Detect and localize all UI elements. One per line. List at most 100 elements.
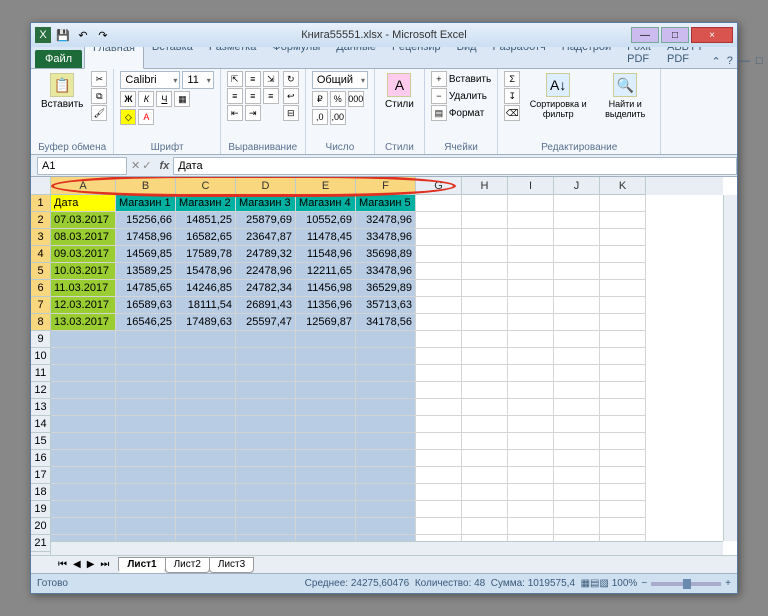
clear-icon[interactable]: ⌫ [504, 105, 520, 121]
row-header-7[interactable]: 7 [31, 297, 51, 314]
col-header-C[interactable]: C [176, 177, 236, 195]
styles-button[interactable]: A Стили [381, 71, 418, 112]
cell[interactable] [51, 399, 116, 416]
file-tab[interactable]: Файл [35, 50, 82, 68]
cell[interactable] [51, 382, 116, 399]
cell[interactable] [236, 433, 296, 450]
cell[interactable] [176, 467, 236, 484]
cell[interactable] [462, 263, 508, 280]
row-header-8[interactable]: 8 [31, 314, 51, 331]
cell[interactable]: 07.03.2017 [51, 212, 116, 229]
cell[interactable] [51, 416, 116, 433]
row-header-9[interactable]: 9 [31, 331, 51, 348]
cell[interactable]: Магазин 5 [356, 195, 416, 212]
cell[interactable] [236, 416, 296, 433]
cell[interactable]: 33478,96 [356, 229, 416, 246]
row-header-13[interactable]: 13 [31, 399, 51, 416]
cell[interactable]: 24789,32 [236, 246, 296, 263]
redo-icon[interactable]: ↷ [95, 27, 111, 43]
align-right-icon[interactable]: ≡ [263, 88, 279, 104]
italic-icon[interactable]: К [138, 91, 154, 107]
cell[interactable] [116, 450, 176, 467]
cell[interactable] [51, 467, 116, 484]
cell[interactable] [462, 280, 508, 297]
cell[interactable]: 33478,96 [356, 263, 416, 280]
currency-icon[interactable]: ₽ [312, 91, 328, 107]
cell[interactable]: Магазин 2 [176, 195, 236, 212]
cell[interactable] [296, 399, 356, 416]
cell[interactable] [462, 331, 508, 348]
cell[interactable]: 35698,89 [356, 246, 416, 263]
cell[interactable] [600, 195, 646, 212]
row-header-12[interactable]: 12 [31, 382, 51, 399]
cell[interactable] [116, 484, 176, 501]
cell[interactable]: 16582,65 [176, 229, 236, 246]
cell[interactable] [600, 212, 646, 229]
cell[interactable] [236, 331, 296, 348]
cell[interactable] [51, 348, 116, 365]
cell[interactable]: 14569,85 [116, 246, 176, 263]
cell[interactable] [416, 263, 462, 280]
cell[interactable] [462, 212, 508, 229]
cell[interactable]: 17489,63 [176, 314, 236, 331]
sheet-nav-next-icon[interactable]: ▶ [84, 559, 98, 570]
cell[interactable]: 32478,96 [356, 212, 416, 229]
col-header-E[interactable]: E [296, 177, 356, 195]
row-header-17[interactable]: 17 [31, 467, 51, 484]
cell[interactable]: Магазин 1 [116, 195, 176, 212]
cell[interactable] [296, 348, 356, 365]
cell[interactable]: 11.03.2017 [51, 280, 116, 297]
cell[interactable] [554, 263, 600, 280]
cell[interactable] [416, 382, 462, 399]
paste-button[interactable]: 📋 Вставить [37, 71, 87, 112]
zoom-level[interactable]: 100% [612, 578, 638, 589]
zoom-out-icon[interactable]: − [641, 578, 647, 589]
cell[interactable]: 16589,63 [116, 297, 176, 314]
col-header-I[interactable]: I [508, 177, 554, 195]
row-header-5[interactable]: 5 [31, 263, 51, 280]
cell[interactable] [554, 314, 600, 331]
view-break-icon[interactable]: ▧ [600, 578, 609, 589]
cell[interactable] [296, 433, 356, 450]
ribbon-minimize-icon[interactable]: ⌃ [712, 55, 721, 68]
cell[interactable] [554, 433, 600, 450]
cell[interactable] [176, 501, 236, 518]
font-name-combo[interactable]: Calibri [120, 71, 180, 89]
col-header-A[interactable]: A [51, 177, 116, 195]
cell[interactable] [296, 382, 356, 399]
cell[interactable]: Дата [51, 195, 116, 212]
comma-icon[interactable]: 000 [348, 91, 364, 107]
autosum-icon[interactable]: Σ [504, 71, 520, 87]
cell[interactable] [462, 348, 508, 365]
cell[interactable] [416, 416, 462, 433]
cell[interactable] [416, 280, 462, 297]
cell[interactable] [462, 314, 508, 331]
cell[interactable] [116, 433, 176, 450]
row-header-14[interactable]: 14 [31, 416, 51, 433]
cell[interactable] [416, 501, 462, 518]
cell[interactable] [462, 484, 508, 501]
cell[interactable] [508, 195, 554, 212]
cell[interactable] [116, 501, 176, 518]
font-size-combo[interactable]: 11 [182, 71, 213, 89]
cell[interactable] [554, 399, 600, 416]
cell[interactable] [600, 467, 646, 484]
cell[interactable] [554, 484, 600, 501]
cell[interactable] [296, 450, 356, 467]
cell[interactable] [554, 416, 600, 433]
cell[interactable]: 17589,78 [176, 246, 236, 263]
sort-filter-button[interactable]: A↓ Сортировка и фильтр [524, 71, 592, 121]
cell[interactable] [600, 501, 646, 518]
cell[interactable] [236, 484, 296, 501]
cell[interactable] [176, 365, 236, 382]
align-center-icon[interactable]: ≡ [245, 88, 261, 104]
font-color-icon[interactable]: A [138, 109, 154, 125]
cell[interactable]: 14246,85 [176, 280, 236, 297]
select-all-corner[interactable] [31, 177, 51, 195]
cell[interactable] [554, 280, 600, 297]
cell[interactable] [508, 399, 554, 416]
row-header-20[interactable]: 20 [31, 518, 51, 535]
cell[interactable] [508, 263, 554, 280]
row-header-4[interactable]: 4 [31, 246, 51, 263]
cell[interactable] [296, 416, 356, 433]
